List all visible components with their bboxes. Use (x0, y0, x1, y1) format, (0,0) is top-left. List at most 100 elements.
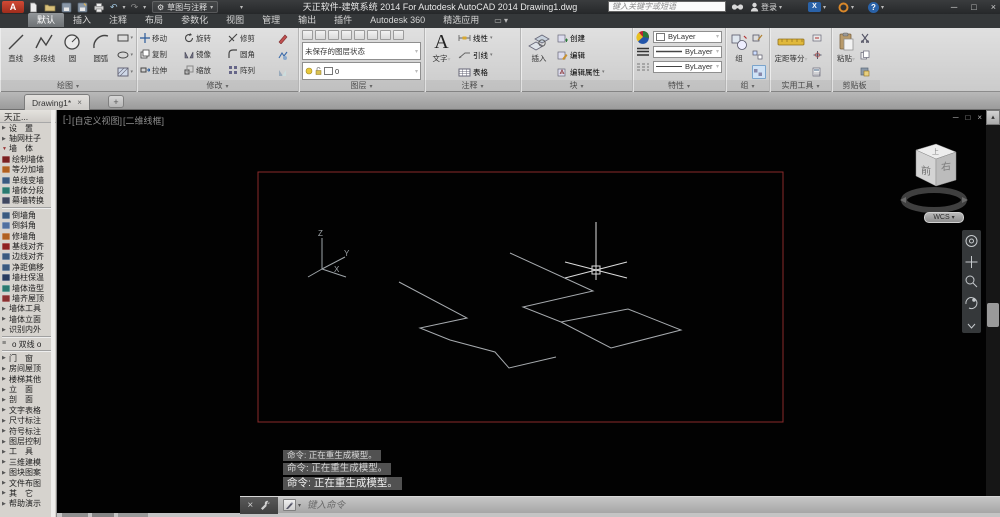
layer-dropdown[interactable]: 0 ▾ (302, 62, 421, 80)
layer-properties-icon[interactable] (302, 30, 313, 40)
layer-isolate-icon[interactable] (328, 30, 339, 40)
linetype-dropdown[interactable]: ByLayer ▾ (653, 60, 722, 73)
ellipse-tool-icon[interactable] (117, 48, 134, 62)
id-point-icon[interactable] (812, 31, 825, 45)
tool-array[interactable]: 阵列 (228, 65, 274, 76)
sidebar-item-4[interactable]: 等分加墙 (0, 165, 56, 175)
tool-polyline[interactable]: 多段线 (31, 30, 56, 80)
sidebar-item-11[interactable]: 基线对齐 (0, 241, 56, 251)
layout-tab-fragment[interactable] (92, 513, 114, 517)
zoom-icon[interactable] (965, 275, 975, 285)
object-color-dropdown[interactable]: ByLayer ▾ (653, 30, 722, 43)
tool-scale[interactable]: 缩放 (184, 65, 228, 76)
sidebar-item-15[interactable]: 墙体造型 (0, 283, 56, 293)
wcs-dropdown[interactable]: WCS ▾ (924, 212, 964, 223)
tool-table[interactable]: 表格 (458, 65, 517, 79)
sidebar-item-3[interactable]: 绘制墙体 (0, 154, 56, 164)
sidebar-item-33[interactable]: ▶ 文件布图 (0, 478, 56, 488)
sidebar-item-22[interactable]: ▶ 房间屋顶 (0, 364, 56, 374)
panel-label-clipboard[interactable]: 剪贴板 (832, 80, 880, 92)
ribbon-tab-1[interactable]: 插入 (64, 13, 100, 27)
sidebar-item-31[interactable]: ▶ 三维建模 (0, 457, 56, 467)
tool-group[interactable]: 组 (729, 30, 749, 80)
rectangle-tool-icon[interactable] (117, 31, 134, 45)
sidebar-item-0[interactable]: ▶ 设 置 (0, 123, 56, 133)
ribbon-minimize-button[interactable]: ▭ ▾ (494, 14, 508, 28)
panel-label-layers[interactable]: 图层 (299, 80, 424, 92)
cut-icon[interactable] (860, 31, 872, 45)
tool-copy[interactable]: 复制 (140, 49, 184, 60)
ribbon-tab-7[interactable]: 输出 (289, 13, 325, 27)
layout2-tab-fragment[interactable] (118, 513, 148, 517)
autocad-logo-button[interactable]: A (2, 1, 24, 13)
paste-special-icon[interactable] (860, 65, 872, 79)
sidebar-item-20[interactable]: ≡ o 双线 o (0, 339, 56, 349)
color-wheel-icon[interactable] (636, 30, 650, 44)
sidebar-item-34[interactable]: ▶ 其 它 (0, 488, 56, 498)
vertical-scrollbar[interactable]: ▴ (986, 110, 1000, 513)
panel-label-block[interactable]: 块 (521, 80, 632, 92)
sidebar-item-12[interactable]: 边线对齐 (0, 252, 56, 262)
search-go[interactable] (731, 1, 744, 13)
ungroup-icon[interactable] (752, 48, 766, 62)
panel-label-utilities[interactable]: 实用工具 (770, 80, 831, 92)
tool-stretch[interactable]: 拉伸 (140, 65, 184, 76)
fade-tool-icon[interactable] (277, 65, 290, 79)
sidebar-item-6[interactable]: 墙体分段 (0, 185, 56, 195)
linetype-icon[interactable] (636, 62, 650, 72)
scrollbar-thumb[interactable] (987, 303, 999, 327)
new-drawing-tab-button[interactable]: + (108, 95, 124, 108)
erase-tool-icon[interactable] (277, 31, 290, 45)
ribbon-tab-3[interactable]: 布局 (136, 13, 172, 27)
layer-state-icon[interactable] (393, 30, 404, 40)
visual-style-button[interactable]: [二维线框] (123, 114, 164, 127)
exchange-apps-button[interactable]: X ▾ (808, 1, 826, 13)
viewport-restore-icon[interactable]: □ (965, 113, 970, 122)
sidebar-item-35[interactable]: ▶ 帮助演示 (0, 499, 56, 509)
tool-mirror[interactable]: 镜像 (184, 49, 228, 60)
panel-label-group[interactable]: 组 (726, 80, 769, 92)
sidebar-item-2[interactable]: ▼ 墙 体 (0, 144, 56, 154)
tool-block-attrs[interactable]: 编辑属性 (557, 65, 629, 79)
sidebar-item-7[interactable]: 幕墙转换 (0, 196, 56, 206)
sidebar-item-28[interactable]: ▶ 符号标注 (0, 426, 56, 436)
tool-arc[interactable]: 圆弧 (88, 30, 113, 80)
viewcube-compass-ring[interactable] (901, 187, 967, 213)
layer-match-icon[interactable] (367, 30, 378, 40)
tool-leader[interactable]: 引线 (458, 48, 517, 62)
sidebar-item-8[interactable]: 倒墙角 (0, 210, 56, 220)
sidebar-item-29[interactable]: ▶ 图层控制 (0, 436, 56, 446)
tool-trim[interactable]: 修剪 (228, 33, 274, 44)
ribbon-tab-4[interactable]: 参数化 (172, 13, 217, 27)
viewport-menu-button[interactable]: [-] (63, 114, 71, 127)
panel-label-properties[interactable]: 特性 (633, 80, 725, 92)
layer-freeze-icon[interactable] (341, 30, 352, 40)
tool-fillet[interactable]: 圆角 (228, 49, 274, 60)
tool-move[interactable]: 移动 (140, 33, 184, 44)
layer-state-dropdown[interactable]: 未保存的图层状态 ▾ (302, 42, 421, 60)
panel-label-modify[interactable]: 修改 (137, 80, 298, 92)
sidebar-header[interactable]: 天正... (0, 110, 56, 123)
tool-text[interactable]: A 文字▾ (428, 30, 455, 80)
sidebar-item-25[interactable]: ▶ 剖 面 (0, 395, 56, 405)
pan-icon[interactable] (965, 256, 978, 268)
command-input[interactable] (305, 497, 1000, 513)
close-button[interactable]: × (991, 0, 996, 14)
sidebar-item-9[interactable]: 倒斜角 (0, 221, 56, 231)
sidebar-item-1[interactable]: ▶ 轴网柱子 (0, 133, 56, 143)
view-name-button[interactable]: [自定义视图] (72, 114, 122, 127)
customize-wrench-icon[interactable] (260, 500, 271, 510)
copy-clip-icon[interactable] (860, 48, 872, 62)
group-manager-icon[interactable] (752, 65, 766, 79)
panel-label-annotate[interactable]: 注释 (425, 80, 520, 92)
tool-insert-block[interactable]: 插入 (524, 30, 554, 80)
group-edit-icon[interactable] (752, 31, 766, 45)
tool-circle[interactable]: 圆 (60, 30, 85, 80)
tool-rotate[interactable]: 旋转 (184, 33, 228, 44)
ribbon-tab-10[interactable]: 精选应用 (434, 13, 488, 27)
ribbon-tab-0[interactable]: 默认 (28, 13, 65, 27)
sidebar-item-21[interactable]: ▶ 门 窗 (0, 353, 56, 363)
command-dropdown-icon[interactable]: ▾ (298, 502, 301, 509)
ribbon-tab-2[interactable]: 注释 (100, 13, 136, 27)
recent-commands-icon[interactable] (283, 499, 296, 511)
